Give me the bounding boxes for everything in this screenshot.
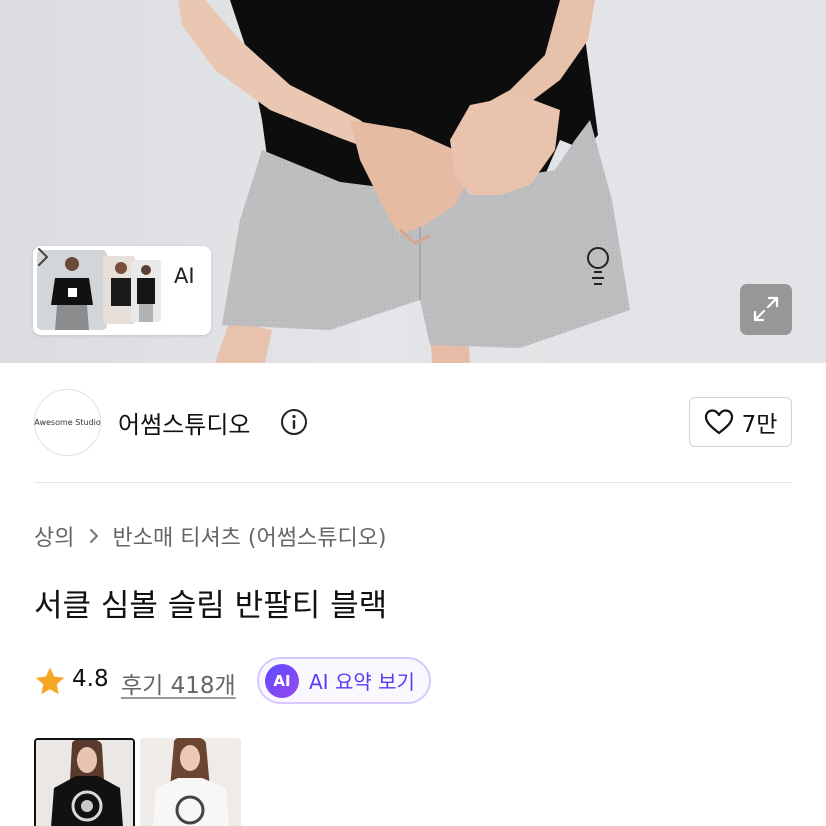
breadcrumb: 상의 반소매 티셔츠 (어썸스튜디오) <box>34 521 387 551</box>
breadcrumb-category[interactable]: 상의 <box>34 520 74 552</box>
brand-name[interactable]: 어썸스튜디오 <box>118 405 250 440</box>
breadcrumb-subcategory[interactable]: 반소매 티셔츠 (어썸스튜디오) <box>112 520 386 552</box>
color-option-white[interactable] <box>140 738 241 826</box>
expand-icon <box>753 296 779 322</box>
reviews-link[interactable]: 후기 418개 <box>121 666 236 700</box>
like-count: 7만 <box>741 412 778 438</box>
thumbnail-ai-label[interactable]: AI <box>174 264 195 288</box>
image-thumbnail-strip[interactable]: AI <box>33 246 211 335</box>
heart-icon <box>704 409 733 435</box>
ai-summary-button[interactable]: AI AI 요약 보기 <box>257 657 431 704</box>
brand-logo[interactable]: Awesome Studio <box>34 389 101 456</box>
product-title: 서클 심볼 슬림 반팔티 블랙 <box>34 588 388 624</box>
product-thumbnail <box>140 738 241 826</box>
info-icon[interactable] <box>280 408 308 436</box>
chevron-right-icon[interactable] <box>33 246 53 268</box>
color-option-black[interactable] <box>34 738 135 826</box>
divider <box>34 482 792 483</box>
brand-logo-text: Awesome Studio <box>34 418 101 427</box>
product-thumbnail <box>36 740 133 826</box>
like-button[interactable]: 7만 <box>689 397 792 447</box>
product-main-image[interactable]: AI <box>0 0 826 363</box>
ai-summary-label: AI 요약 보기 <box>309 670 415 694</box>
thumbnail-image[interactable] <box>131 260 161 322</box>
expand-image-button[interactable] <box>740 284 792 335</box>
rating-score: 4.8 <box>72 666 109 692</box>
star-icon <box>35 667 65 695</box>
ai-badge-icon: AI <box>265 663 299 698</box>
chevron-right-icon <box>90 529 99 543</box>
